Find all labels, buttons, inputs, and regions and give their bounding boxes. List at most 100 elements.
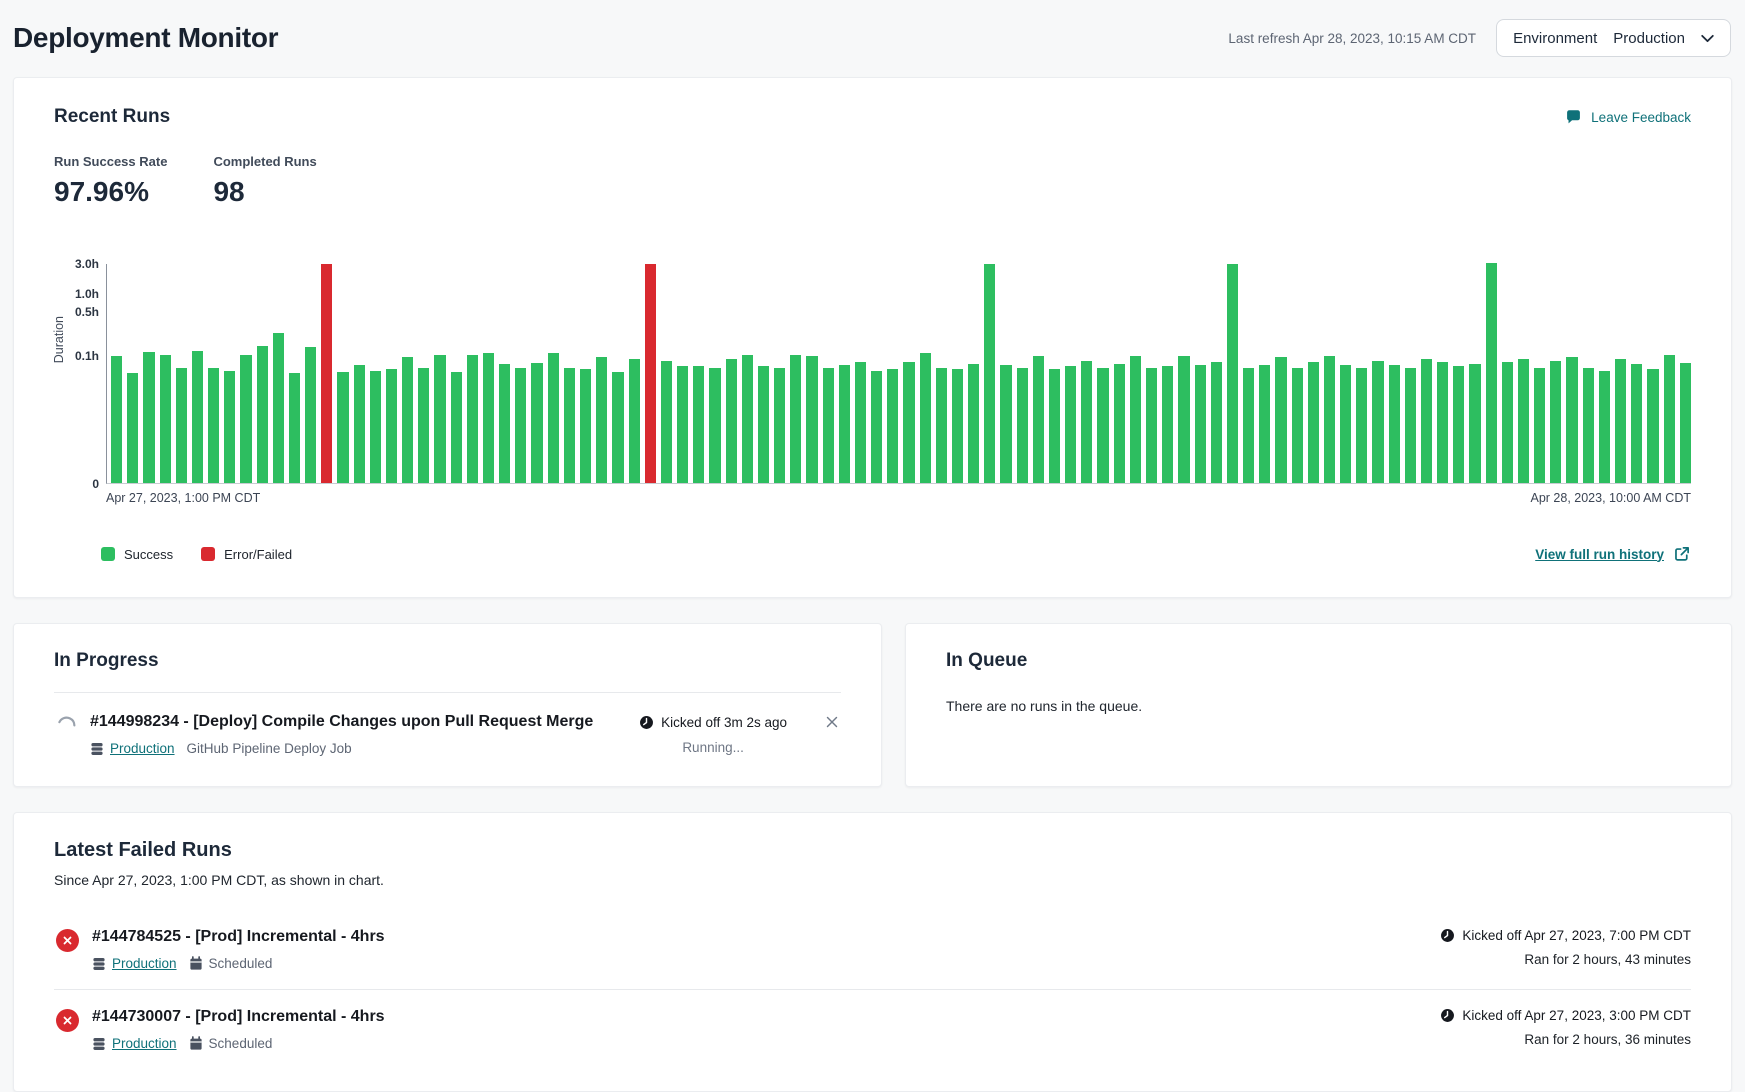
chart-bar-success[interactable]	[742, 355, 753, 483]
chart-bar-success[interactable]	[1421, 359, 1432, 483]
chart-bar-success[interactable]	[1017, 368, 1028, 483]
chart-bar-success[interactable]	[1324, 356, 1335, 483]
chart-bar-success[interactable]	[726, 359, 737, 483]
chart-bar-success[interactable]	[952, 369, 963, 483]
chart-bar-success[interactable]	[1211, 362, 1222, 483]
chart-bar-success[interactable]	[1243, 368, 1254, 484]
chart-bar-success[interactable]	[1308, 362, 1319, 483]
chart-bar-success[interactable]	[1680, 363, 1691, 483]
chart-bar-success[interactable]	[1647, 369, 1658, 483]
chart-bar-success[interactable]	[208, 368, 219, 484]
chart-bar-success[interactable]	[693, 366, 704, 483]
chart-bar-success[interactable]	[548, 353, 559, 483]
chart-bar-success[interactable]	[1356, 368, 1367, 484]
chart-bar-success[interactable]	[1130, 356, 1141, 483]
chart-bar-success[interactable]	[612, 372, 623, 483]
chart-bar-success[interactable]	[1340, 365, 1351, 483]
chart-bar-success[interactable]	[758, 366, 769, 483]
chart-bar-success[interactable]	[1405, 368, 1416, 483]
chart-bar-success[interactable]	[305, 347, 316, 484]
chart-bar-success[interactable]	[1227, 264, 1238, 483]
chart-bar-success[interactable]	[596, 357, 607, 483]
chart-bar-success[interactable]	[1453, 366, 1464, 483]
chart-bar-success[interactable]	[887, 369, 898, 483]
chart-bar-success[interactable]	[1259, 365, 1270, 483]
chart-bar-success[interactable]	[1583, 368, 1594, 484]
environment-link[interactable]: Production	[90, 741, 175, 756]
environment-link[interactable]: Production	[92, 956, 177, 971]
chart-bar-success[interactable]	[337, 372, 348, 483]
chart-bar-success[interactable]	[273, 333, 284, 483]
chart-bar-success[interactable]	[1550, 361, 1561, 483]
chart-bar-success[interactable]	[143, 352, 154, 483]
chart-bar-success[interactable]	[855, 362, 866, 483]
chart-bar-success[interactable]	[1534, 368, 1545, 483]
chart-bar-error[interactable]	[645, 264, 656, 483]
chart-bar-success[interactable]	[1372, 361, 1383, 483]
chart-bar-success[interactable]	[1631, 364, 1642, 483]
chart-bar-success[interactable]	[968, 364, 979, 483]
chart-bar-success[interactable]	[257, 346, 268, 484]
chart-bar-success[interactable]	[1178, 356, 1189, 483]
chart-bar-success[interactable]	[515, 368, 526, 484]
chart-bar-success[interactable]	[386, 369, 397, 483]
chart-bar-success[interactable]	[1195, 365, 1206, 483]
chart-bar-error[interactable]	[321, 264, 332, 483]
chart-bar-success[interactable]	[1146, 368, 1157, 483]
chart-bar-success[interactable]	[160, 355, 171, 483]
chart-bar-success[interactable]	[839, 365, 850, 483]
chart-bar-success[interactable]	[790, 355, 801, 483]
chart-bar-success[interactable]	[661, 361, 672, 483]
environment-dropdown[interactable]: Environment Production	[1496, 19, 1731, 57]
chart-bar-success[interactable]	[370, 371, 381, 483]
chart-bar-success[interactable]	[1518, 359, 1529, 483]
chart-bar-success[interactable]	[1275, 357, 1286, 483]
chart-bar-success[interactable]	[677, 366, 688, 483]
chart-bar-success[interactable]	[240, 355, 251, 483]
chart-bar-success[interactable]	[467, 355, 478, 483]
chart-bar-success[interactable]	[1033, 356, 1044, 483]
chart-bar-success[interactable]	[483, 353, 494, 483]
chart-bar-success[interactable]	[1292, 368, 1303, 483]
chart-bar-success[interactable]	[1599, 371, 1610, 483]
chart-bar-success[interactable]	[418, 368, 429, 484]
chart-bar-success[interactable]	[192, 351, 203, 483]
chart-bar-success[interactable]	[936, 368, 947, 484]
chart-bar-success[interactable]	[1049, 369, 1060, 483]
chart-bar-success[interactable]	[451, 372, 462, 483]
chart-bar-success[interactable]	[871, 371, 882, 483]
chart-bar-success[interactable]	[629, 359, 640, 483]
chart-bar-success[interactable]	[984, 264, 995, 483]
chart-bar-success[interactable]	[354, 365, 365, 483]
chart-bar-success[interactable]	[806, 356, 817, 483]
chart-bar-success[interactable]	[1065, 366, 1076, 483]
chart-bar-success[interactable]	[1664, 355, 1675, 483]
chart-bar-success[interactable]	[920, 353, 931, 483]
chart-bar-success[interactable]	[1486, 263, 1497, 483]
chart-bar-success[interactable]	[224, 371, 235, 483]
chart-bar-success[interactable]	[1114, 364, 1125, 483]
chart-bar-success[interactable]	[1162, 366, 1173, 483]
chart-bar-success[interactable]	[434, 355, 445, 483]
chart-bar-success[interactable]	[1437, 362, 1448, 483]
chart-bar-success[interactable]	[1081, 361, 1092, 483]
chart-bar-success[interactable]	[1389, 365, 1400, 483]
chart-bar-success[interactable]	[1000, 365, 1011, 483]
chart-bar-success[interactable]	[774, 368, 785, 484]
chart-bar-success[interactable]	[127, 373, 138, 483]
chart-bar-success[interactable]	[903, 362, 914, 483]
view-full-run-history-link[interactable]: View full run history	[1535, 545, 1691, 563]
leave-feedback-button[interactable]: Leave Feedback	[1565, 109, 1691, 125]
chart-bar-success[interactable]	[580, 369, 591, 483]
environment-link[interactable]: Production	[92, 1036, 177, 1051]
chart-bar-success[interactable]	[111, 356, 122, 483]
chart-bar-success[interactable]	[1502, 362, 1513, 483]
chart-bar-success[interactable]	[176, 368, 187, 484]
chart-bar-success[interactable]	[709, 368, 720, 483]
chart-bar-success[interactable]	[1566, 357, 1577, 483]
chart-bar-success[interactable]	[823, 368, 834, 484]
chart-bar-success[interactable]	[402, 357, 413, 483]
chart-bar-success[interactable]	[1097, 368, 1108, 484]
chart-bar-success[interactable]	[1615, 359, 1626, 483]
chart-bar-success[interactable]	[564, 368, 575, 484]
